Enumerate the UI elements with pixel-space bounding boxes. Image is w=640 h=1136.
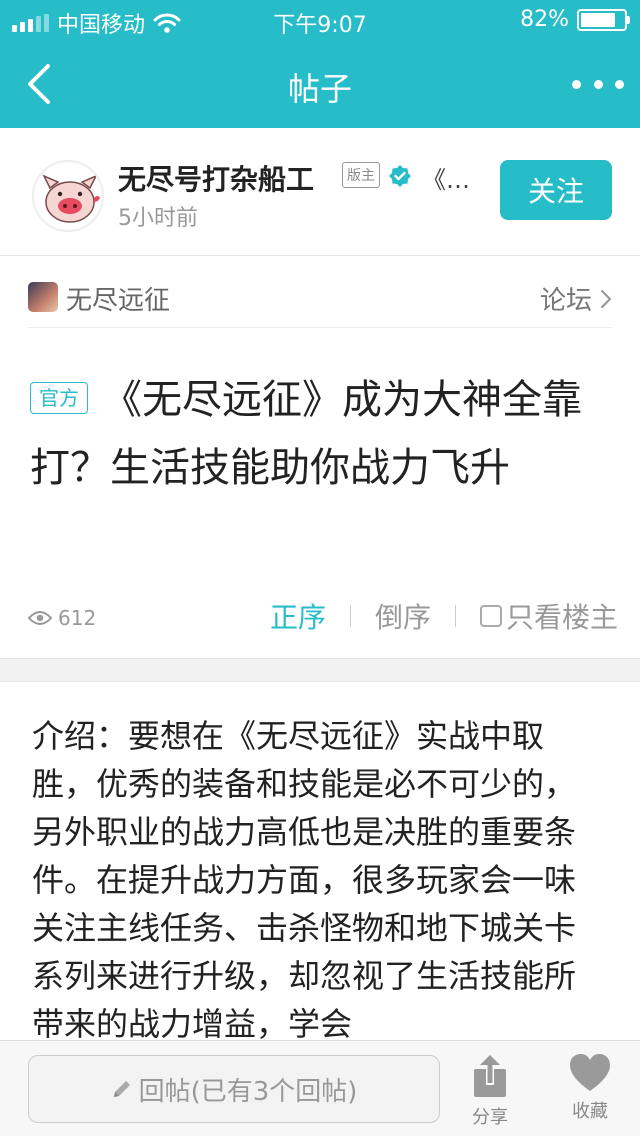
more-button[interactable] (572, 64, 624, 104)
chevron-right-icon (600, 289, 612, 308)
reply-placeholder: 回帖(已有3个回帖) (138, 1076, 358, 1107)
nav-bar: 帖子 (0, 40, 640, 128)
bottom-bar: 回帖(已有3个回帖) 分享 收藏 (0, 1040, 640, 1136)
view-count: 612 (28, 606, 96, 630)
share-icon (474, 1055, 506, 1097)
forum-link-label: 论坛 (539, 286, 592, 316)
moderator-badge: 版主 (342, 162, 380, 188)
battery-icon (577, 8, 630, 31)
checkbox-icon (479, 605, 502, 627)
section-divider (0, 658, 640, 682)
post-title: 《无尽远征》成为大神全靠打？生活技能助你战力飞升 (30, 377, 582, 491)
share-label: 分享 (472, 1107, 508, 1128)
author-header: 无尽号打杂船工 版主 《… 5小时前 关注 (0, 128, 640, 256)
heart-icon (570, 1054, 610, 1091)
sort-controls: 正序 倒序 只看楼主 (270, 596, 618, 636)
post-title-block: 官方 《无尽远征》成为大神全靠打？生活技能助你战力飞升 (30, 366, 610, 502)
favorite-label: 收藏 (572, 1101, 608, 1122)
forum-name: 无尽远征 (66, 286, 171, 316)
share-button[interactable]: 分享 (450, 1053, 530, 1129)
author-extra: 《… (422, 166, 470, 194)
view-count-value: 612 (58, 606, 97, 630)
only-op-label: 只看楼主 (505, 601, 618, 634)
favorite-button[interactable]: 收藏 (550, 1053, 630, 1123)
page-title: 帖子 (287, 70, 352, 108)
divider (349, 605, 351, 627)
sort-desc-button[interactable]: 倒序 (375, 596, 431, 636)
forum-link[interactable]: 论坛 (540, 280, 612, 317)
top-bar: 中国移动 下午9:07 82% 帖子 (0, 0, 640, 128)
more-dots-icon (572, 79, 581, 89)
verified-icon (389, 165, 411, 187)
follow-button[interactable]: 关注 (500, 160, 612, 220)
pencil-icon (113, 1081, 130, 1097)
avatar[interactable] (32, 160, 104, 232)
reply-input[interactable]: 回帖(已有3个回帖) (28, 1055, 440, 1123)
forum-row[interactable]: 无尽远征 论坛 (28, 268, 612, 328)
forum-icon (28, 282, 58, 312)
sort-asc-button[interactable]: 正序 (270, 596, 326, 636)
eye-icon (28, 611, 52, 625)
divider (454, 605, 456, 627)
battery-info: 82% (520, 7, 630, 32)
author-name[interactable]: 无尽号打杂船工 (118, 158, 314, 198)
post-meta: 612 正序 倒序 只看楼主 (28, 596, 618, 640)
only-op-toggle[interactable]: 只看楼主 (479, 596, 618, 636)
post-time: 5小时前 (118, 206, 198, 231)
battery-percent: 82% (520, 7, 569, 32)
post-body: 介绍：要想在《无尽远征》实战中取胜，优秀的装备和技能是必不可少的，另外职业的战力… (32, 717, 577, 1040)
official-tag: 官方 (30, 382, 88, 414)
status-bar: 中国移动 下午9:07 82% (0, 0, 640, 40)
pig-avatar-icon (42, 174, 100, 223)
